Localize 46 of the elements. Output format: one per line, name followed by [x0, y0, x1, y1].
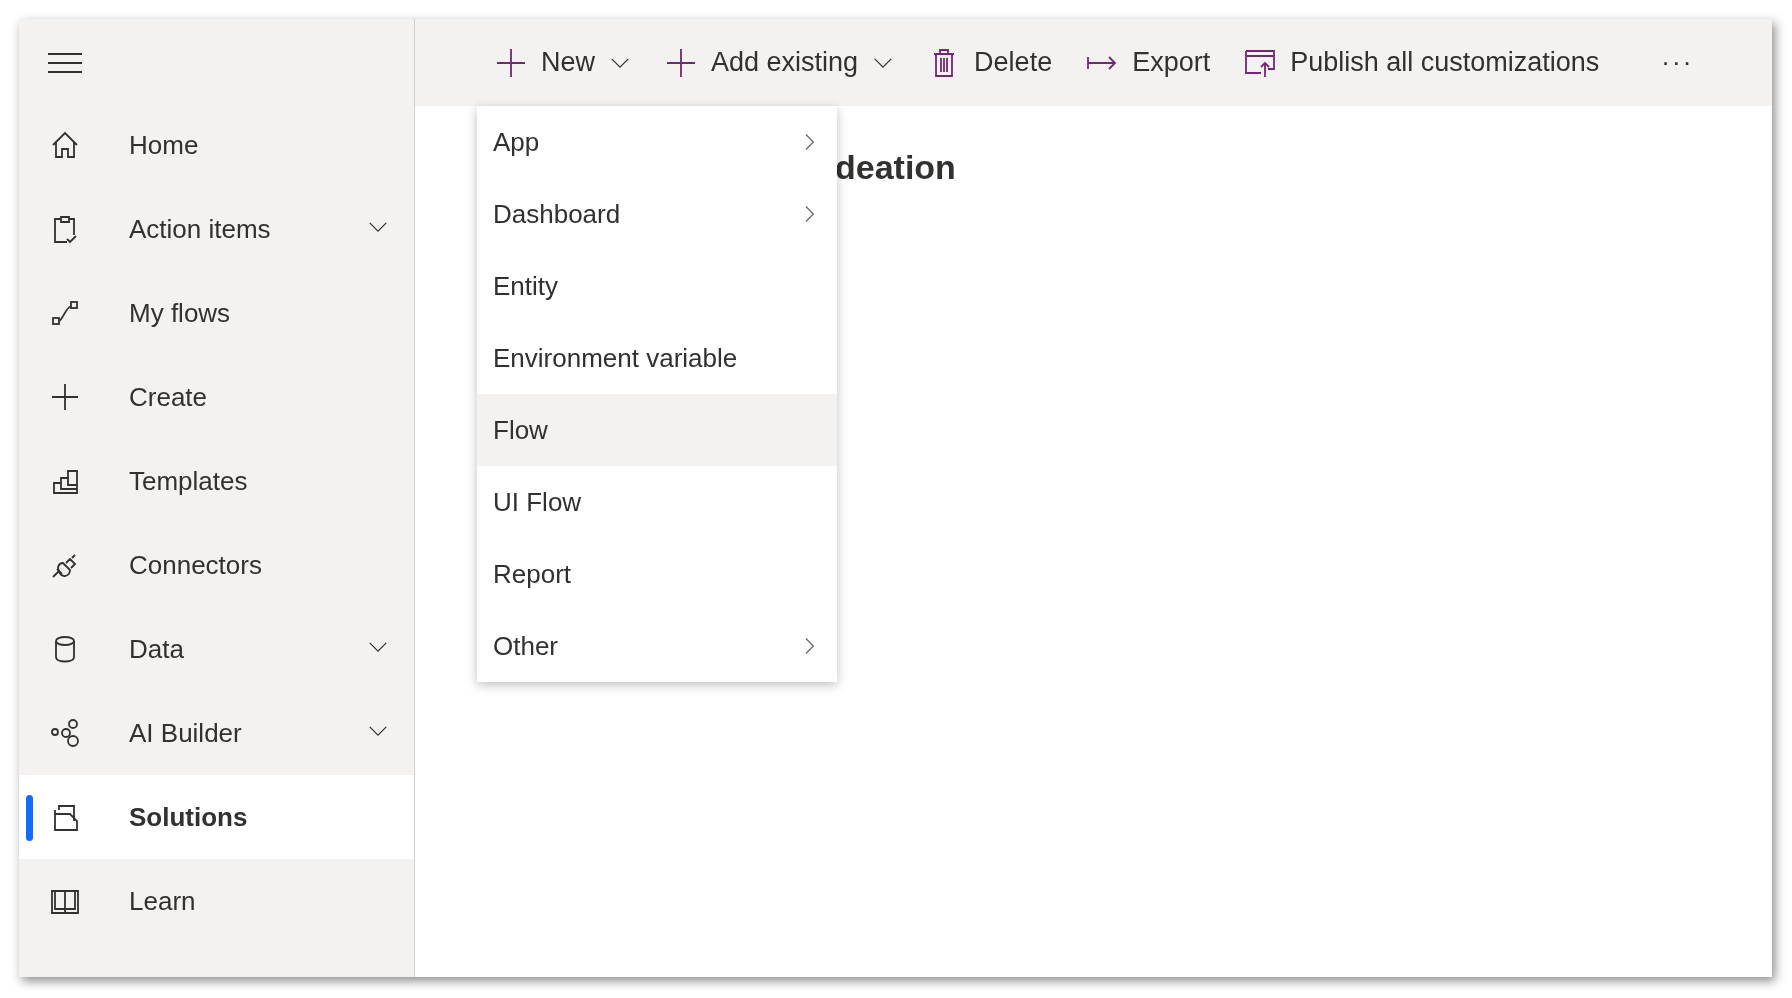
menu-button[interactable]: [48, 53, 82, 73]
sidebar-label: Solutions: [129, 801, 249, 833]
sidebar-item[interactable]: My flows: [19, 271, 414, 355]
toolbar-label: Publish all customizations: [1290, 47, 1600, 78]
menu-item[interactable]: UI Flow: [477, 466, 837, 538]
toolbar-button[interactable]: Export: [1086, 46, 1211, 79]
toolbar-button[interactable]: Publish all customizations: [1244, 46, 1600, 79]
page-title: deation: [835, 148, 957, 187]
sidebar-item[interactable]: AI Builder: [19, 691, 414, 775]
menu-item[interactable]: Environment variable: [477, 322, 837, 394]
sidebar-label: Home: [129, 129, 200, 161]
menu-item[interactable]: Flow: [477, 394, 837, 466]
sidebar-label: AI Builder: [129, 717, 243, 749]
more-button[interactable]: ···: [1655, 46, 1700, 79]
sidebar-label: Connectors: [129, 549, 263, 581]
menu-item[interactable]: Dashboard: [477, 178, 837, 250]
toolbar-button[interactable]: Delete: [928, 46, 1053, 79]
toolbar-label: Export: [1132, 47, 1211, 78]
sidebar-item[interactable]: Templates: [19, 439, 414, 523]
menu-item[interactable]: Entity: [477, 250, 837, 322]
menu-item[interactable]: App: [477, 106, 837, 178]
plus-icon: [49, 381, 81, 413]
toolbar-button[interactable]: New: [495, 46, 631, 79]
toolbar-label: Add existing: [711, 47, 859, 78]
sidebar-item[interactable]: Learn: [19, 859, 414, 943]
plus-icon: [665, 46, 697, 79]
toolbar-label: Delete: [974, 47, 1053, 78]
sidebar-label: Create: [129, 381, 209, 413]
sidebar-item[interactable]: Action items: [19, 187, 414, 271]
toolbar-button[interactable]: Add existing: [665, 46, 895, 79]
nodes-icon: [49, 717, 81, 749]
plus-icon: [495, 46, 527, 79]
sidebar-item[interactable]: Create: [19, 355, 414, 439]
sidebar-label: Learn: [129, 885, 197, 917]
sidebar-label: Data: [129, 633, 185, 665]
sidebar-item[interactable]: Solutions: [19, 775, 414, 859]
sidebar-label: Templates: [129, 465, 249, 497]
menu-item[interactable]: Report: [477, 538, 837, 610]
sidebar-item[interactable]: Home: [19, 103, 414, 187]
sidebar-item[interactable]: Connectors: [19, 523, 414, 607]
selection-indicator: [26, 795, 33, 841]
sidebar-label: My flows: [129, 297, 232, 329]
menu-item[interactable]: Other: [477, 610, 837, 682]
sidebar-item[interactable]: Data: [19, 607, 414, 691]
sidebar-label: Action items: [129, 213, 272, 245]
toolbar-label: New: [541, 47, 595, 78]
